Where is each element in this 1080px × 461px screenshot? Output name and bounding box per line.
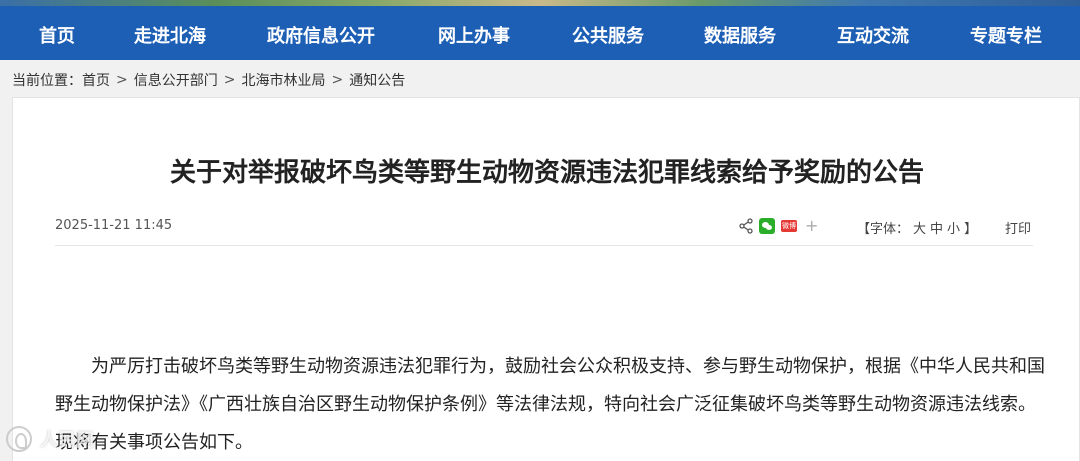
watermark-logo-icon: [6, 426, 32, 452]
main-nav: 首页 走进北海 政府信息公开 网上办事 公共服务 数据服务 互动交流 专题专栏: [0, 6, 1080, 60]
breadcrumb-separator: >: [116, 72, 128, 88]
breadcrumb-link-info-dept[interactable]: 信息公开部门: [134, 70, 218, 90]
article-panel: 关于对举报破坏鸟类等野生动物资源违法犯罪线索给予奖励的公告 2025-11-21…: [12, 97, 1080, 461]
article-body: 为严厉打击破坏鸟类等野生动物资源违法犯罪行为，鼓励社会公众积极支持、参与野生动物…: [55, 348, 1045, 461]
share-icon[interactable]: [739, 217, 753, 234]
watermark: 人民网: [6, 426, 94, 452]
nav-item-special-topics[interactable]: 专题专栏: [970, 22, 1042, 48]
font-size-label: 【字体：: [857, 222, 910, 237]
watermark-text: 人民网: [40, 430, 94, 451]
nav-item-gov-info[interactable]: 政府信息公开: [267, 22, 375, 48]
breadcrumb-prefix: 当前位置：: [12, 73, 82, 89]
article-title: 关于对举报破坏鸟类等野生动物资源违法犯罪线索给予奖励的公告: [169, 158, 924, 188]
nav-item-online-services[interactable]: 网上办事: [438, 22, 510, 48]
publish-date: 2025-11-21 11:45: [55, 218, 173, 233]
font-size-switcher: 【字体：大中小】: [855, 218, 979, 237]
breadcrumb-separator: >: [331, 72, 344, 88]
breadcrumb-separator: >: [223, 72, 236, 88]
share-bar: 微博 +: [739, 216, 818, 235]
more-share-icon[interactable]: +: [805, 216, 818, 235]
article-meta-bar: 2025-11-21 11:45 微博 + 【字体：大中小】 打印: [55, 216, 1033, 246]
breadcrumb-link-home[interactable]: 首页: [82, 70, 110, 90]
wechat-share-icon[interactable]: [759, 217, 775, 234]
font-size-close-bracket: 】: [964, 222, 978, 237]
breadcrumb-link-forestry-bureau[interactable]: 北海市林业局: [241, 70, 325, 90]
breadcrumb-link-notices[interactable]: 通知公告: [349, 70, 405, 90]
breadcrumb: 当前位置： 首页 > 信息公开部门 > 北海市林业局 > 通知公告: [12, 70, 405, 90]
print-button[interactable]: 打印: [1005, 218, 1031, 237]
nav-item-about-beihai[interactable]: 走进北海: [134, 22, 206, 48]
nav-item-data-services[interactable]: 数据服务: [704, 22, 776, 48]
weibo-share-icon[interactable]: 微博: [781, 219, 797, 232]
nav-item-home[interactable]: 首页: [39, 22, 75, 48]
article-paragraph: 为严厉打击破坏鸟类等野生动物资源违法犯罪行为，鼓励社会公众积极支持、参与野生动物…: [55, 356, 1045, 453]
font-size-small-button[interactable]: 小: [947, 222, 960, 237]
nav-item-public-services[interactable]: 公共服务: [572, 22, 644, 48]
font-size-medium-button[interactable]: 中: [930, 222, 943, 237]
font-size-large-button[interactable]: 大: [913, 222, 926, 237]
nav-item-interaction[interactable]: 互动交流: [837, 22, 909, 48]
